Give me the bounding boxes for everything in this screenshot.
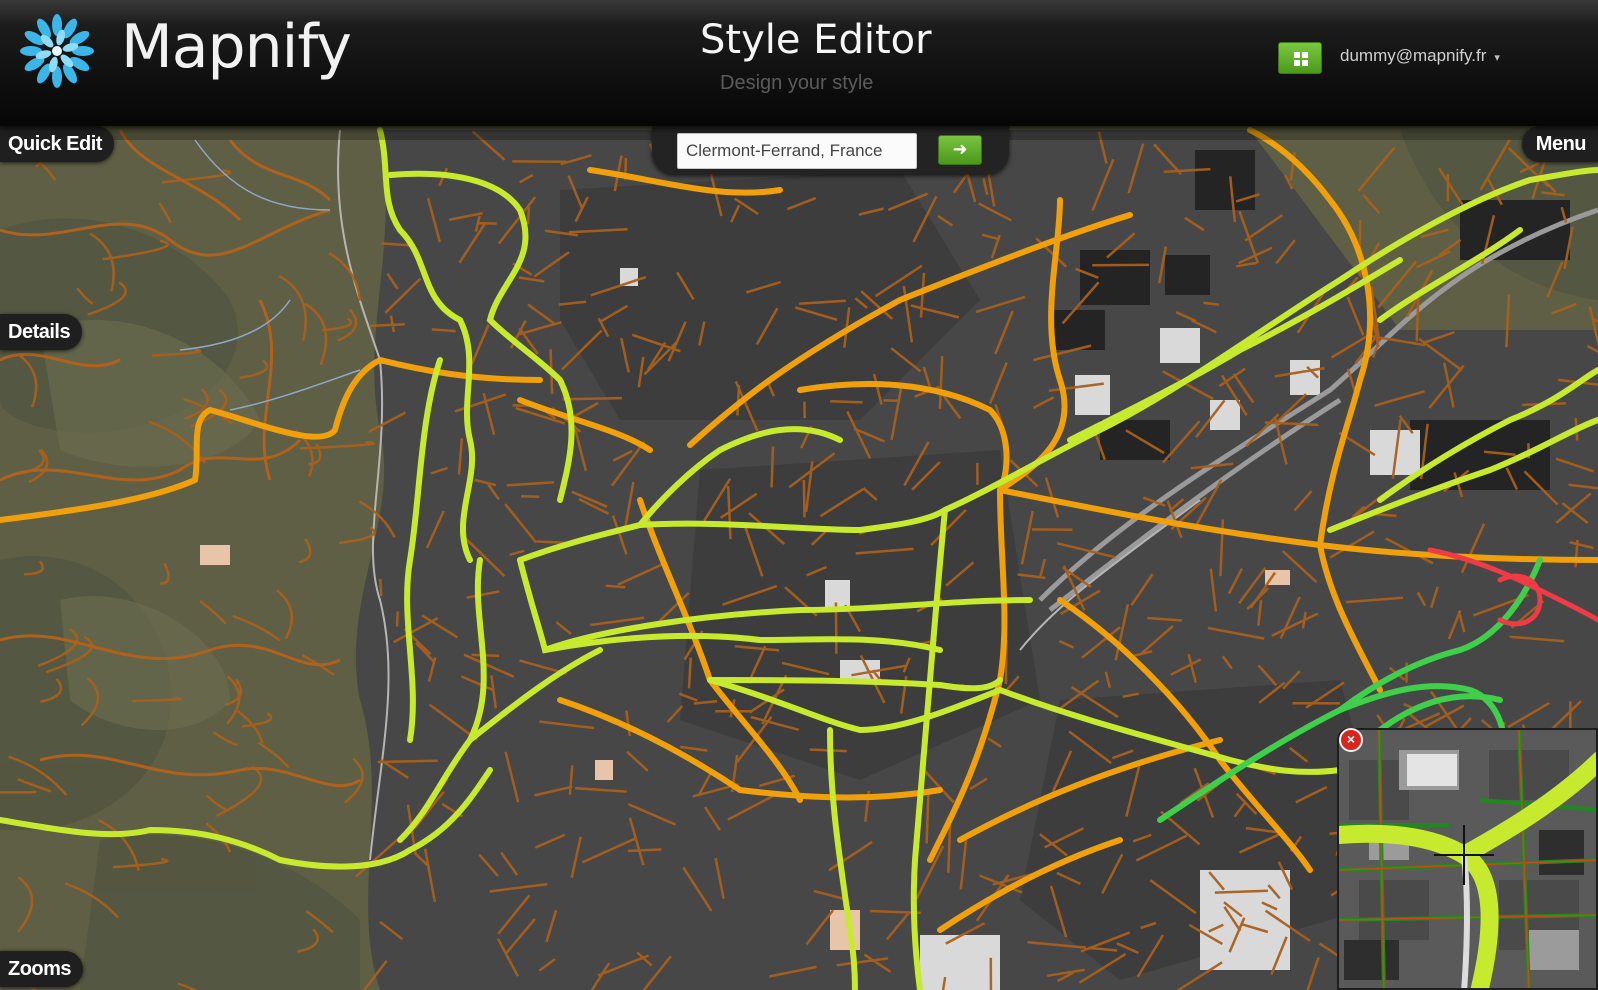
quick-edit-button[interactable]: Quick Edit: [0, 126, 114, 162]
page-title: Style Editor: [700, 17, 932, 63]
grid-icon: [1294, 52, 1308, 66]
location-search-bar: ➜: [652, 126, 1009, 174]
minimap-tiles: [1339, 730, 1596, 988]
menu-button[interactable]: Menu: [1521, 126, 1598, 162]
brand-name: Mapnify: [121, 12, 352, 82]
search-go-button[interactable]: ➜: [938, 135, 982, 165]
user-menu[interactable]: dummy@mapnify.fr ▾: [1340, 45, 1500, 69]
chevron-down-icon: ▾: [1494, 52, 1500, 64]
details-button[interactable]: Details: [0, 314, 83, 350]
minimap-close-icon[interactable]: ×: [1339, 728, 1363, 752]
arrow-right-icon: ➜: [952, 139, 968, 159]
apps-button[interactable]: [1278, 42, 1322, 74]
page-subtitle: Design your style: [720, 72, 874, 94]
app-header: Mapnify Style Editor Design your style d…: [0, 0, 1598, 126]
location-search-input[interactable]: [677, 133, 917, 169]
user-email: dummy@mapnify.fr: [1340, 46, 1487, 65]
zooms-button[interactable]: Zooms: [0, 951, 84, 987]
logo-icon: [20, 14, 94, 88]
minimap[interactable]: [1337, 728, 1598, 990]
